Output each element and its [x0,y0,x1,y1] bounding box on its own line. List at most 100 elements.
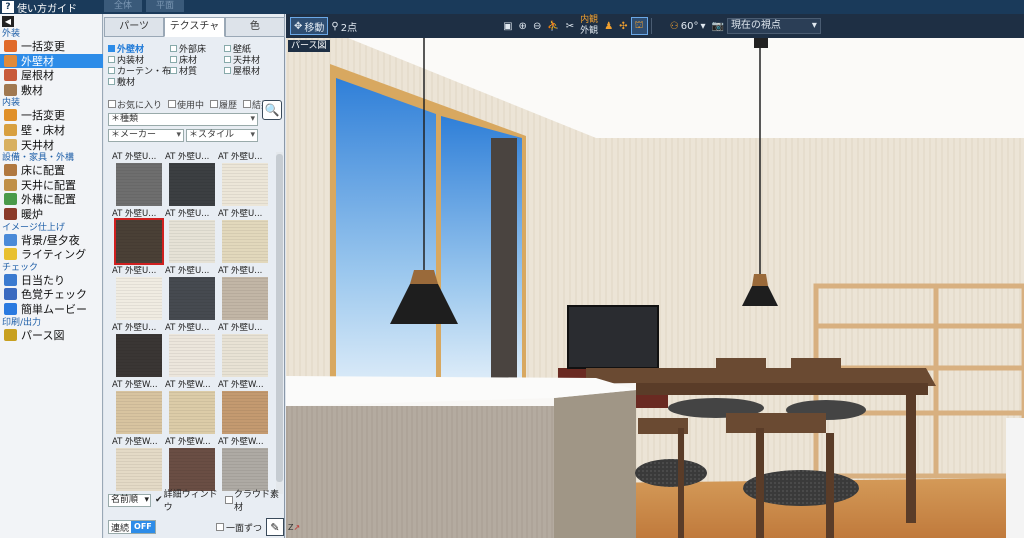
texture-swatch [169,163,215,206]
texture-label: AT 外壁U... [218,266,263,276]
fit-view-button[interactable]: ▣ [500,17,515,35]
angle-select[interactable]: ⚇ 60° ▾ [667,17,709,35]
sidebar-item-label: 敷材 [21,83,43,97]
sidebar-item[interactable]: 一括変更 [0,39,103,53]
texture-swatch [169,277,215,320]
texture-tile[interactable]: AT 外壁U... [112,323,164,380]
texture-tile[interactable]: AT 外壁U... [112,209,164,266]
tab-color[interactable]: 色 [224,17,285,37]
texture-label: AT 外壁U... [112,323,157,333]
category-icon [108,56,115,63]
ceiling-icon [4,138,17,151]
sidebar-item[interactable]: 天井に配置 [0,178,103,192]
texture-tile[interactable]: AT 外壁U... [218,209,270,266]
category-icon [224,56,231,63]
sidebar-item[interactable]: 暖炉 [0,207,103,221]
sidebar-item[interactable]: 日当たり [0,273,103,287]
floor-icon [4,124,17,136]
texture-grid: AT 外壁U... AT 外壁U... AT 外壁U... AT 外壁U... AT 外… [112,152,278,492]
texture-tile[interactable]: AT 外壁U... [218,266,270,323]
tool-button[interactable]: ✂ [563,17,577,35]
texture-scrollbar[interactable] [276,152,283,494]
texture-tile[interactable]: AT 外壁W... [165,380,217,437]
search-button[interactable]: 🔍 [262,100,282,120]
zoom-in-button[interactable]: ⊕ [516,17,530,35]
texture-swatch [169,220,215,263]
sidebar-item[interactable]: 屋根材 [0,68,103,82]
walk-button[interactable]: ⛹ [544,17,562,35]
tab-texture[interactable]: テクスチャ [164,17,225,37]
move-button[interactable]: ✥ 移動 [290,17,329,35]
category-item[interactable]: 屋根材 [224,64,260,77]
help-guide-button[interactable]: ? 使い方ガイド [2,0,77,15]
sort-select[interactable]: 名前順 [108,493,152,507]
texture-swatch [222,163,268,206]
material-panel: パーツ テクスチャ 色 外壁材 外部床 壁紙 内装材 床材 天井材 カーテン・布 材質 屋根材敷… [104,14,285,538]
ceiling-place-icon [4,178,17,191]
detail-window-toggle[interactable]: ✔ 詳細ウィンドウ [155,487,221,513]
maker-select[interactable]: ＊メーカー [108,129,184,142]
floor-place-icon [4,164,17,177]
sidebar-collapse-button[interactable]: ◀ [2,16,14,27]
texture-tile[interactable]: AT 外壁U... [165,266,217,323]
sidebar-item[interactable]: 簡単ムービー [0,302,103,316]
eyedropper-button[interactable]: ✎ [266,518,284,536]
texture-tile[interactable]: AT 外壁U... [165,209,217,266]
ghost-tab-2[interactable]: 平面 [146,0,184,12]
type-select[interactable]: ＊種類 [108,113,258,126]
texture-tile[interactable]: AT 外壁W... [112,380,164,437]
print-icon [4,328,17,341]
perspective-view[interactable]: パース図 Z↗ [286,38,1024,538]
sidebar-item[interactable]: 天井材 [0,138,103,152]
move-icon: ✥ [294,20,303,32]
texture-tile[interactable]: AT 外壁W... [218,380,270,437]
texture-tile[interactable]: AT 外壁U... [165,323,217,380]
overview-button[interactable]: ⛫ [630,17,648,35]
ghost-tab-1[interactable]: 全体 [104,0,142,12]
sidebar-item[interactable]: パース図 [0,328,103,342]
sidebar-item[interactable]: ライティング [0,247,103,261]
scrollbar-thumb[interactable] [276,154,283,482]
filter-favorite[interactable]: お気に入り [108,98,162,111]
zoom-out-button[interactable]: ⊖ [530,17,544,35]
one-face-toggle[interactable]: 一面ずつ [215,521,262,534]
roof-icon [4,69,17,82]
sidebar-item-label: 床に配置 [21,164,65,178]
inner-outer-toggle[interactable]: 内観 外観 [577,16,601,36]
filter-in-use[interactable]: 使用中 [168,98,204,111]
style-select[interactable]: ＊スタイル [186,129,258,142]
sidebar-item[interactable]: 外構に配置 [0,192,103,206]
filter-history[interactable]: 履歴 [210,98,237,111]
tab-parts[interactable]: パーツ [104,17,165,37]
chevron-down-icon: ▾ [700,20,706,32]
category-icon [108,78,115,85]
sidebar-item[interactable]: 壁・床材 [0,123,103,137]
texture-tile[interactable]: AT 外壁U... [165,152,217,209]
camera-button[interactable]: 📷 [708,17,726,35]
texture-tile[interactable]: AT 外壁U... [112,152,164,209]
texture-tile[interactable]: AT 外壁U... [218,152,270,209]
sidebar-item[interactable]: 敷材 [0,83,103,97]
continuous-toggle[interactable]: 連続 OFF [108,520,156,534]
sidebar-item[interactable]: 外壁材 [0,53,103,68]
texture-tile[interactable]: AT 外壁U... [112,266,164,323]
cloud-material-toggle[interactable]: クラウド素材 [225,487,284,513]
viewpoint-select[interactable]: 現在の視点 [726,18,821,34]
rotate-button[interactable]: ✣ [616,17,630,35]
texture-label: AT 外壁U... [112,152,157,162]
texture-tile[interactable]: AT 外壁W... [165,437,217,492]
checkbox-icon [210,100,219,108]
texture-tile[interactable]: AT 外壁W... [112,437,164,492]
category-item[interactable]: 材質 [170,64,197,77]
texture-tile[interactable]: AT 外壁W... [218,437,270,492]
walk-through-button[interactable]: ♟ [601,17,616,35]
sidebar-item[interactable]: 背景/昼夕夜 [0,233,103,247]
sidebar-item[interactable]: 一括変更 [0,108,103,122]
rotate-icon: ✣ [619,20,628,32]
texture-tile[interactable]: AT 外壁U... [218,323,270,380]
house-paint-icon [4,40,17,52]
sidebar-item[interactable]: 色覚チェック [0,287,103,301]
two-point-button[interactable]: ⚲ 2点 [328,17,360,35]
category-item[interactable]: 敷材 [108,75,135,88]
sidebar-item[interactable]: 床に配置 [0,163,103,177]
